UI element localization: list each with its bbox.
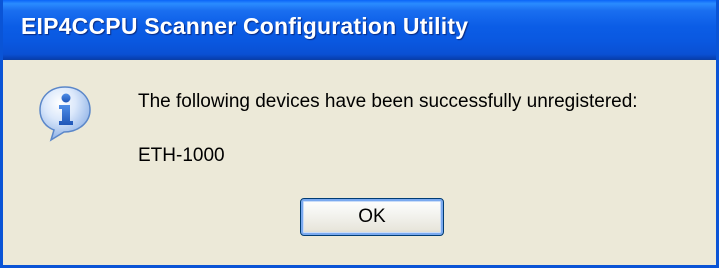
window-title: EIP4CCPU Scanner Configuration Utility <box>21 13 469 39</box>
title-bar[interactable]: EIP4CCPU Scanner Configuration Utility <box>3 0 716 60</box>
info-icon-graphic <box>39 86 91 142</box>
info-icon <box>36 84 94 142</box>
device-list-item: ETH-1000 <box>138 145 225 166</box>
message-dialog: EIP4CCPU Scanner Configuration Utility T… <box>0 0 719 268</box>
ok-button[interactable]: OK <box>300 198 444 236</box>
message-text: The following devices have been successf… <box>138 91 638 112</box>
